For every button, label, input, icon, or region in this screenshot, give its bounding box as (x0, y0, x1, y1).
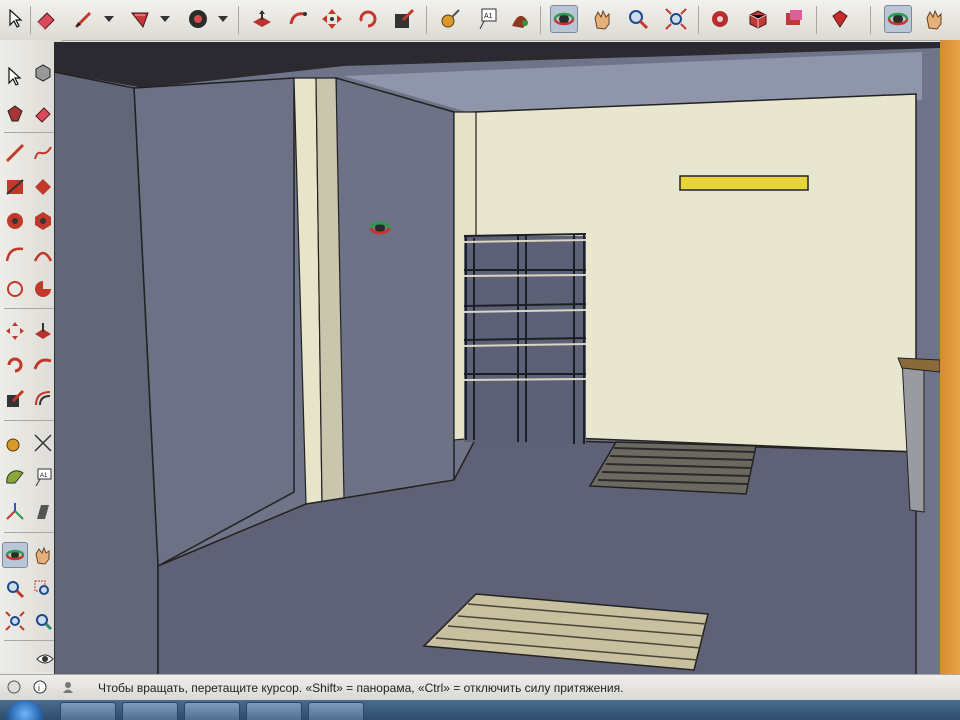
chevron-down-icon[interactable] (160, 16, 170, 22)
status-icon[interactable] (6, 679, 22, 695)
text-icon[interactable]: A1 (30, 464, 56, 490)
three-point-arc-icon[interactable] (2, 276, 28, 302)
toolbar-separator (4, 308, 58, 309)
taskbar-app-button[interactable] (60, 702, 116, 720)
pencil-icon[interactable] (70, 5, 98, 33)
chevron-down-icon[interactable] (104, 16, 114, 22)
zoom-icon[interactable] (624, 5, 652, 33)
arc-icon[interactable] (2, 242, 28, 268)
rotated-rectangle-icon[interactable] (30, 174, 56, 200)
ruby-icon[interactable] (826, 5, 854, 33)
side-wall (335, 77, 455, 513)
toolbar-separator (698, 6, 699, 34)
eraser-icon[interactable] (30, 100, 56, 126)
toolbar-separator (426, 6, 427, 34)
freehand-icon[interactable] (30, 140, 56, 166)
zoom-extents-icon[interactable] (2, 608, 28, 634)
status-message: Чтобы вращать, перетащите курсор. «Shift… (98, 681, 624, 695)
zoom-icon[interactable] (2, 576, 28, 602)
line-icon[interactable] (2, 140, 28, 166)
text-tool-glyph: A1 (484, 13, 493, 20)
toolbar-separator (870, 6, 871, 34)
orbit-icon[interactable] (550, 5, 578, 33)
circle-icon[interactable] (2, 208, 28, 234)
svg-text:i: i (38, 683, 40, 693)
warehouse-icon[interactable] (706, 5, 734, 33)
user-icon[interactable] (60, 679, 76, 695)
select-icon[interactable] (2, 64, 28, 90)
make-component-icon[interactable] (30, 60, 56, 86)
protractor-icon[interactable] (2, 464, 28, 490)
scale-icon[interactable] (390, 5, 418, 33)
pan-icon[interactable] (30, 542, 56, 568)
text-tool-glyph: A1 (40, 473, 48, 479)
move-icon[interactable] (318, 5, 346, 33)
polygon-icon[interactable] (30, 208, 56, 234)
taskbar-app-button[interactable] (184, 702, 240, 720)
axes-icon[interactable] (2, 498, 28, 524)
info-icon[interactable]: i (32, 679, 48, 695)
pan-icon[interactable] (588, 5, 616, 33)
orbit-icon[interactable] (2, 542, 28, 568)
taskbar-app-button[interactable] (246, 702, 302, 720)
taskbar-app-button[interactable] (308, 702, 364, 720)
rotate-icon[interactable] (354, 5, 382, 33)
previous-view-icon[interactable] (30, 608, 56, 634)
move-icon[interactable] (2, 318, 28, 344)
zoom-window-icon[interactable] (30, 576, 56, 602)
os-taskbar (0, 700, 960, 720)
toolbar-separator (4, 132, 58, 133)
text-icon[interactable]: A1 (474, 5, 502, 33)
scale-icon[interactable] (2, 386, 28, 412)
paint-icon[interactable] (506, 5, 534, 33)
extension-icon[interactable] (780, 5, 808, 33)
shelving-unit[interactable] (463, 233, 587, 444)
toolbar-separator (540, 6, 541, 34)
paint-bucket-icon[interactable] (126, 5, 154, 33)
orbit-icon[interactable] (884, 5, 912, 33)
follow-me-icon[interactable] (284, 5, 312, 33)
toolbar-separator (30, 6, 31, 34)
dimension-icon[interactable] (30, 430, 56, 456)
window-edge (940, 40, 960, 690)
offset-icon[interactable] (30, 386, 56, 412)
scene-canvas[interactable] (54, 42, 940, 688)
chevron-down-icon[interactable] (218, 16, 228, 22)
select-icon[interactable] (2, 5, 30, 33)
toolbar-separator (816, 6, 817, 34)
follow-me-icon[interactable] (30, 352, 56, 378)
rectangle-icon[interactable] (2, 174, 28, 200)
toolbar-separator (4, 532, 58, 533)
taskbar-app-button[interactable] (122, 702, 178, 720)
toolbar-separator (4, 640, 58, 641)
pan-icon[interactable] (920, 5, 948, 33)
push-pull-icon[interactable] (30, 318, 56, 344)
tape-measure-icon[interactable] (436, 5, 464, 33)
wall-lamp[interactable] (679, 175, 809, 191)
start-button[interactable] (6, 700, 44, 720)
status-bar: i Чтобы вращать, перетащите курсор. «Shi… (0, 674, 960, 701)
push-pull-icon[interactable] (248, 5, 276, 33)
two-point-arc-icon[interactable] (30, 242, 56, 268)
tape-measure-icon[interactable] (2, 430, 28, 456)
components-icon[interactable] (744, 5, 772, 33)
toolbar-separator (238, 6, 239, 34)
paint-bucket-icon[interactable] (2, 100, 28, 126)
zoom-extents-icon[interactable] (662, 5, 690, 33)
section-plane-icon[interactable] (30, 498, 56, 524)
rotate-icon[interactable] (2, 352, 28, 378)
left-wall (133, 77, 295, 568)
top-toolbar: A1 (0, 0, 960, 41)
model-viewport[interactable] (54, 42, 940, 688)
toolbar-separator (4, 420, 58, 421)
eraser-icon[interactable] (32, 5, 60, 33)
pie-icon[interactable] (30, 276, 56, 302)
floor-mat-back[interactable] (588, 441, 757, 495)
circle-icon[interactable] (184, 5, 212, 33)
